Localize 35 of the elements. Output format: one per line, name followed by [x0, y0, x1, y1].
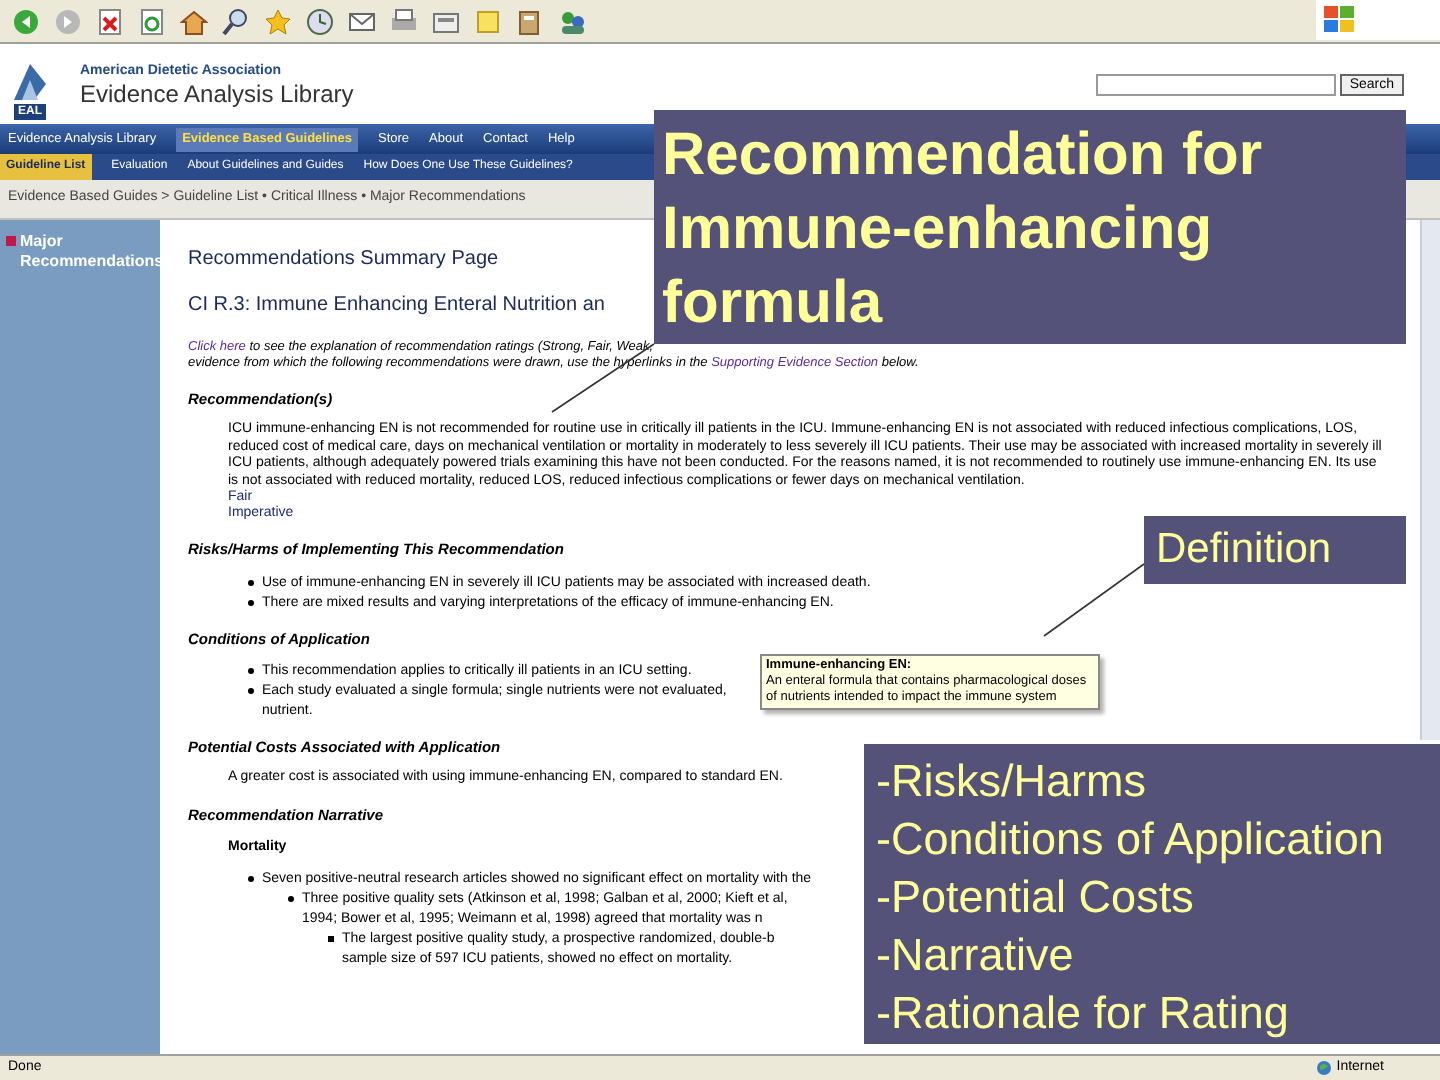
bullet-icon [248, 599, 254, 605]
callout-text: -Potential Costs [876, 870, 1196, 926]
callout-text: -Conditions of Application [876, 812, 1386, 868]
bullet-icon [288, 896, 294, 903]
globe-icon [1316, 1060, 1333, 1076]
bullet-icon [248, 687, 254, 694]
page-subtitle: CI R.3: Immune Enhancing Enteral Nutrition an [188, 292, 605, 320]
bullet-icon [328, 936, 334, 943]
callout-text: Immune-enhancing [662, 194, 1215, 266]
scrollbar[interactable] [1420, 220, 1440, 740]
page-title: Recommendations Summary Page [188, 246, 501, 274]
back-icon[interactable] [12, 7, 40, 35]
callout-text: Definition [1156, 524, 1332, 576]
callout-text: -Rationale for Rating [876, 986, 1291, 1042]
home-icon[interactable] [180, 7, 208, 35]
bullet-icon [248, 579, 254, 585]
printer-icon[interactable] [390, 7, 418, 35]
star-icon[interactable] [264, 7, 292, 35]
bullet-icon [248, 667, 254, 674]
logo-icon [10, 60, 50, 104]
callout-text: -Risks/Harms [876, 754, 1148, 810]
library-title: Evidence Analysis Library [80, 79, 354, 107]
windows-logo-icon [1324, 6, 1356, 34]
search-icon[interactable] [222, 7, 250, 35]
bullet-icon [248, 876, 254, 883]
leader-line [1043, 563, 1145, 637]
search-field[interactable] [1095, 73, 1336, 95]
callout-text: Recommendation for [662, 120, 1265, 192]
mail-icon[interactable] [348, 7, 376, 35]
callout-text: -Narrative [876, 928, 1076, 984]
refresh-icon[interactable] [138, 7, 166, 35]
messenger-icon[interactable] [558, 7, 586, 35]
callout-text: formula [662, 268, 885, 340]
history-icon[interactable] [306, 7, 334, 35]
stop-icon[interactable] [96, 7, 124, 35]
